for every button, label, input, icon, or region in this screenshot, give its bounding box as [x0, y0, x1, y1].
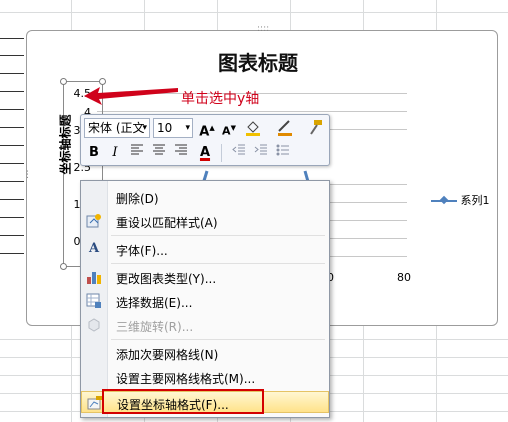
row-marker [0, 235, 24, 236]
row-marker [0, 217, 24, 218]
row-marker [0, 55, 24, 56]
toolbar-separator [221, 144, 222, 162]
mini-toolbar: 宋体 (正文 ▾ 10 ▾ A▲ A▼ B I A [80, 114, 330, 166]
annotation-text: 单击选中y轴 [181, 91, 260, 107]
grid-row-line [0, 12, 508, 13]
row-marker [0, 145, 24, 146]
legend-marker-icon [431, 200, 457, 202]
3d-rotation-icon [86, 317, 102, 333]
row-marker [0, 109, 24, 110]
font-name-select[interactable]: 宋体 (正文 ▾ [84, 118, 150, 138]
menu-item-3d-rotation[interactable]: 三维旋转(R)... [81, 314, 329, 336]
gridline [327, 129, 407, 130]
menu-item-label: 添加次要网格线(N) [116, 348, 219, 362]
resize-handle-top[interactable]: :::: [257, 25, 269, 34]
menu-item-label: 选择数据(E)... [116, 296, 193, 310]
x-tick-label: 80 [397, 271, 411, 284]
row-marker [0, 163, 24, 164]
font-name-value: 宋体 (正文 [88, 121, 145, 135]
gridline [327, 220, 407, 221]
highlight-box [102, 389, 264, 414]
row-marker [0, 73, 24, 74]
gridline [97, 111, 407, 112]
row-marker [0, 91, 24, 92]
gridline [327, 184, 407, 185]
menu-item-label: 重设以匹配样式(A) [116, 216, 218, 230]
decrease-indent-icon[interactable] [229, 143, 249, 163]
shrink-font-icon[interactable]: A▼ [219, 118, 239, 138]
menu-separator [111, 339, 325, 340]
chevron-down-icon: ▾ [142, 123, 147, 133]
menu-item-change-chart-type[interactable]: 更改图表类型(Y)... [81, 266, 329, 288]
italic-icon[interactable]: I [105, 143, 125, 163]
menu-item-label: 更改图表类型(Y)... [116, 272, 217, 286]
gridline [327, 202, 407, 203]
menu-item-label: 字体(F)... [116, 244, 168, 258]
menu-item-label: 设置主要网格线格式(M)... [116, 372, 256, 386]
row-marker [0, 38, 24, 39]
context-menu: 删除(D) 重设以匹配样式(A) A 字体(F)... 更改图表类型(Y)...… [80, 180, 330, 418]
selection-handle[interactable] [60, 263, 67, 270]
chevron-down-icon: ▾ [185, 123, 190, 133]
menu-item-label: 删除(D) [116, 192, 159, 206]
annotation-arrow-icon [84, 87, 178, 105]
menu-item-format-major-gridlines[interactable]: 设置主要网格线格式(M)... [81, 366, 329, 388]
fill-color-icon[interactable] [243, 118, 263, 138]
menu-separator [111, 235, 325, 236]
row-marker [0, 253, 24, 254]
menu-item-label: 三维旋转(R)... [116, 320, 194, 334]
menu-separator [111, 263, 325, 264]
bullets-icon[interactable] [275, 143, 295, 163]
increase-indent-icon[interactable] [251, 143, 271, 163]
align-left-icon[interactable] [127, 143, 147, 163]
chart-type-icon [86, 269, 102, 285]
select-data-icon [86, 293, 102, 309]
align-center-icon[interactable] [149, 143, 169, 163]
align-right-icon[interactable] [171, 143, 191, 163]
legend-label: 系列1 [460, 194, 490, 207]
font-icon: A [88, 241, 100, 256]
gridline [327, 256, 407, 257]
row-marker [0, 127, 24, 128]
chart-title[interactable]: 图表标题 [187, 47, 329, 76]
line-color-icon[interactable] [275, 118, 295, 138]
row-marker [0, 181, 24, 182]
reset-style-icon [86, 213, 102, 229]
row-marker [0, 199, 24, 200]
resize-handle-left[interactable]: ⋮ [23, 171, 32, 180]
format-axis-icon [87, 395, 103, 411]
bold-icon[interactable]: B [84, 143, 104, 163]
font-size-select[interactable]: 10 ▾ [153, 118, 193, 138]
selection-handle[interactable] [60, 78, 67, 85]
legend[interactable]: 系列1 [431, 192, 490, 208]
menu-item-select-data[interactable]: 选择数据(E)... [81, 290, 329, 312]
menu-item-reset-style[interactable]: 重设以匹配样式(A) [81, 210, 329, 232]
grow-font-icon[interactable]: A▲ [197, 118, 217, 139]
menu-item-add-minor-gridlines[interactable]: 添加次要网格线(N) [81, 342, 329, 364]
menu-item-delete[interactable]: 删除(D) [81, 186, 329, 208]
format-painter-icon[interactable] [305, 118, 325, 138]
gridline [327, 238, 407, 239]
menu-item-font[interactable]: A 字体(F)... [81, 238, 329, 260]
font-size-value: 10 [157, 121, 173, 135]
font-color-icon[interactable]: A [195, 143, 215, 163]
